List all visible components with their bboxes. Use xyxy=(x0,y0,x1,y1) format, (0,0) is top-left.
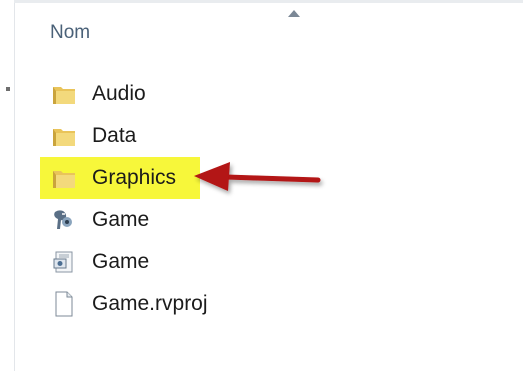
config-file-icon xyxy=(50,248,78,276)
name-column-header[interactable]: Nom xyxy=(50,22,90,44)
sort-ascending-icon[interactable] xyxy=(288,10,300,17)
pane-left-edge xyxy=(0,0,15,371)
pane-splitter-marker xyxy=(6,87,10,91)
header-top-border xyxy=(14,0,523,3)
file-name: Graphics xyxy=(92,166,177,189)
folder-icon xyxy=(50,164,78,192)
file-name: Data xyxy=(92,124,137,147)
file-name: Audio xyxy=(92,82,146,105)
folder-icon xyxy=(50,80,78,108)
pointer-arrow-icon xyxy=(194,162,321,191)
file-row-audio[interactable]: Audio xyxy=(50,73,510,115)
blank-file-icon xyxy=(50,290,78,318)
file-row-game-config[interactable]: Game xyxy=(50,241,510,283)
file-name: Game xyxy=(92,250,150,273)
folder-icon xyxy=(50,122,78,150)
game-app-icon xyxy=(50,206,78,234)
file-name: Game xyxy=(92,208,150,231)
file-row-game-rvproj[interactable]: Game.rvproj xyxy=(50,283,510,325)
file-name: Game.rvproj xyxy=(92,292,208,315)
